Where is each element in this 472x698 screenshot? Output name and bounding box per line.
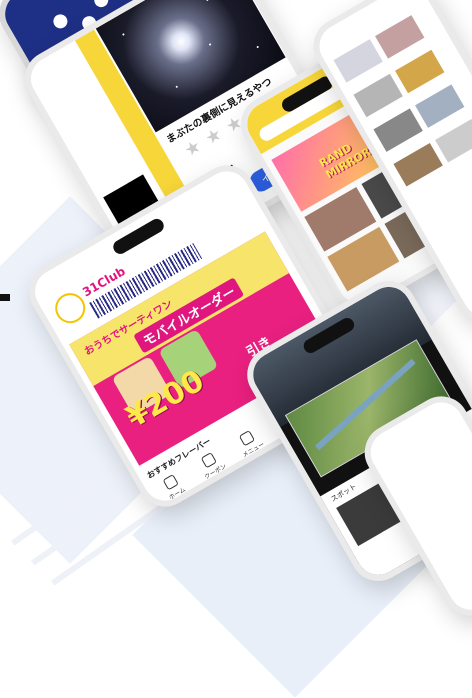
- star-dot: [122, 33, 125, 36]
- list-thumbnail[interactable]: [373, 108, 423, 152]
- list-thumbnail[interactable]: [353, 73, 403, 118]
- list-thumbnail[interactable]: [415, 84, 465, 128]
- star-dot: [256, 45, 260, 49]
- list-thumbnail[interactable]: [395, 49, 445, 94]
- list-thumbnail[interactable]: [435, 119, 472, 163]
- star-dot: [206, 0, 209, 2]
- node-icon: [91, 0, 111, 10]
- star-rating-icon[interactable]: ★: [201, 123, 225, 149]
- star-dot: [175, 85, 179, 89]
- star-dot: [208, 43, 212, 46]
- home-icon: [162, 474, 179, 491]
- list-thumbnail[interactable]: [393, 143, 443, 187]
- list-thumbnail[interactable]: [333, 39, 383, 83]
- node-icon: [50, 11, 70, 31]
- coupon-icon: [200, 452, 218, 469]
- menu-icon: [238, 430, 256, 447]
- star-rating-icon[interactable]: ★: [181, 135, 205, 161]
- heading-fragment: [0, 294, 10, 301]
- dynamic-island: [110, 216, 167, 257]
- list-thumbnail[interactable]: [375, 15, 425, 59]
